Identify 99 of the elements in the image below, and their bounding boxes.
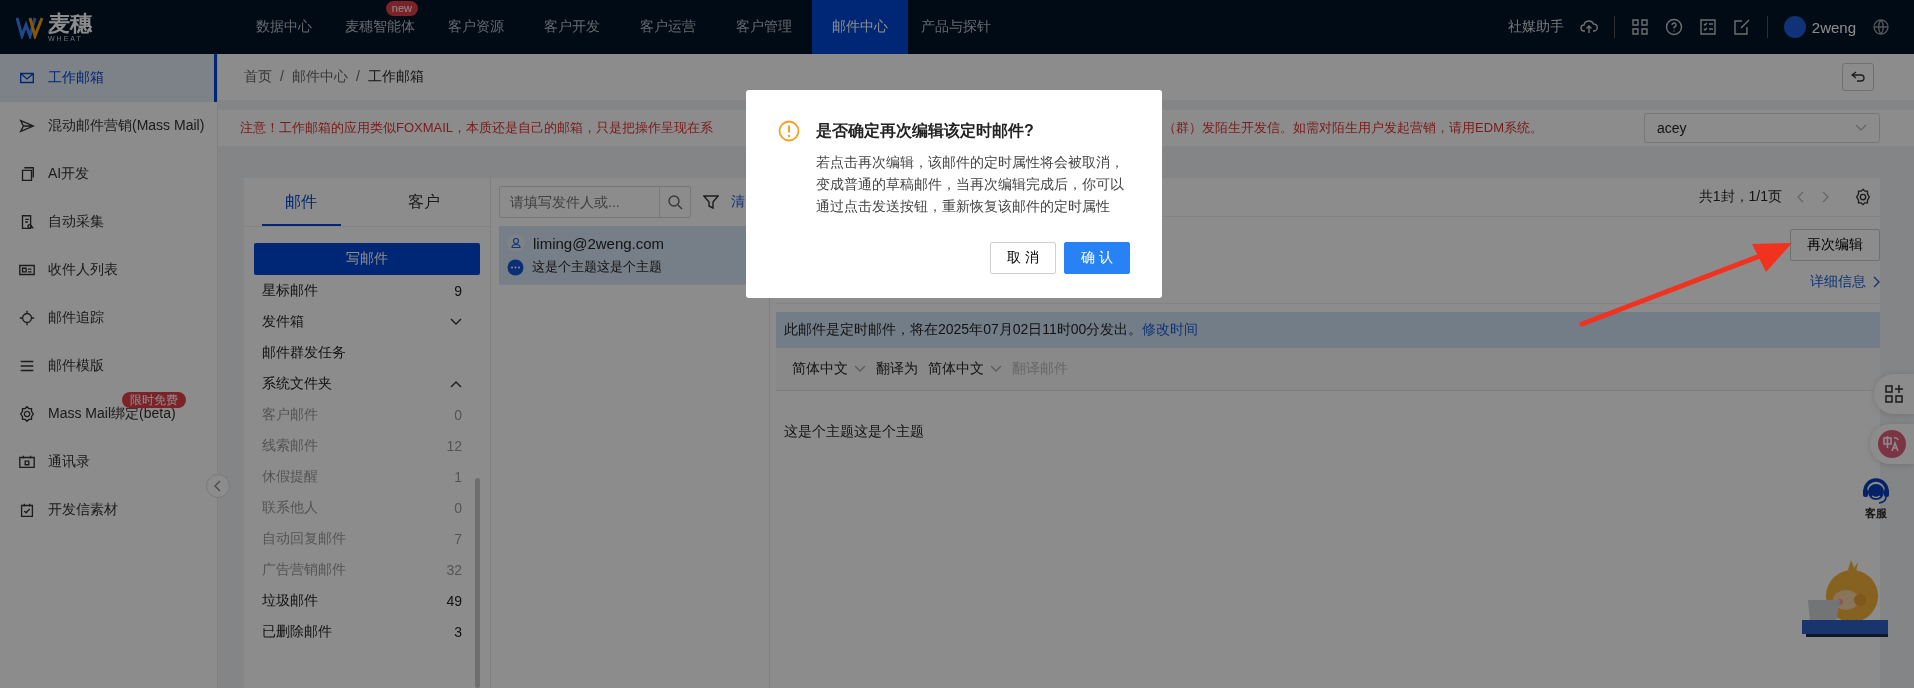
sidebar-item[interactable]: Mass Mail绑定(beta) 限时免费 [0, 390, 217, 438]
clear-link[interactable]: 清 [731, 193, 745, 211]
nav-tab[interactable]: 客户管理 [716, 0, 812, 54]
folder-item[interactable]: 垃圾邮件 49 [244, 585, 490, 616]
folder-count: 12 [446, 437, 462, 454]
dialog-title: 是否确定再次编辑该定时邮件? [816, 120, 1034, 141]
grid-icon[interactable] [1630, 18, 1649, 36]
sidebar-item[interactable]: 邮件模版 [0, 342, 217, 390]
target-language-select[interactable]: 简体中文 [928, 360, 1002, 378]
search-box[interactable]: 请填写发件人或... [499, 186, 691, 218]
logo-icon [16, 15, 44, 39]
search-field[interactable]: 请填写发件人或... [500, 187, 659, 217]
notice-text: 注意！工作邮箱的应用类似FOXMAIL，本质还是自己的邮箱，只是把操作呈现在系 [240, 119, 714, 137]
breadcrumb-separator: / [280, 68, 284, 86]
banner-text: 此邮件是定时邮件，将在2025年07月02日11时00分发出。 [784, 321, 1143, 339]
search-icon[interactable] [667, 194, 683, 210]
translate-tool-button[interactable] [1870, 424, 1914, 464]
warning-icon [778, 120, 800, 142]
confirm-button[interactable]: 确 认 [1064, 242, 1130, 274]
nav-tab[interactable]: 客户运营 [620, 0, 716, 54]
cancel-button[interactable]: 取 消 [990, 242, 1057, 274]
translate-icon [1877, 429, 1907, 459]
mail-sender: liming@2weng.com [533, 234, 665, 252]
folder-count: 9 [454, 282, 462, 299]
apps-button[interactable] [1874, 374, 1914, 414]
folder-tab[interactable]: 邮件 [262, 178, 341, 226]
new-badge: new [385, 1, 418, 16]
change-time-link[interactable]: 修改时间 [1142, 321, 1199, 339]
chevron-left-icon [214, 480, 222, 492]
menu-item-icon [18, 405, 36, 423]
translate-label: 翻译为 [876, 360, 918, 378]
filter-icon[interactable] [703, 194, 719, 210]
nav-tab[interactable]: 产品与探针 [908, 0, 1004, 54]
folder-count: 0 [454, 499, 462, 516]
scrollbar[interactable] [475, 478, 480, 688]
globe-icon[interactable] [1872, 18, 1890, 36]
back-button[interactable] [1842, 63, 1874, 91]
folder-item[interactable]: 已删除邮件 3 [244, 616, 490, 647]
nav-tab[interactable]: 客户资源 [428, 0, 524, 54]
folder-count: 0 [454, 406, 462, 423]
folder-item[interactable]: 星标邮件 9 [244, 275, 490, 306]
pagination-text: 共1封，1/1页 [1698, 188, 1782, 206]
logo-text: 麦穗 [48, 12, 92, 35]
checklist-icon[interactable] [1698, 18, 1717, 36]
menu-item-icon [18, 453, 36, 471]
mail-subject: 这是个主题这是个主题 [532, 258, 662, 276]
sidebar-item[interactable]: AI开发 [0, 150, 217, 198]
help-icon[interactable] [1664, 18, 1683, 36]
folder-count: 1 [454, 468, 462, 485]
nav-tab[interactable]: new 麦穗智能体 [332, 0, 428, 54]
mail-body-text: 这是个主题这是个主题 [783, 422, 925, 441]
account-select[interactable]: acey [1644, 113, 1880, 143]
sidebar-item[interactable]: 自动采集 [0, 198, 217, 246]
folder-item[interactable]: 发件箱 [244, 306, 490, 337]
edit-icon[interactable] [1732, 18, 1751, 36]
dropdown-icon [854, 365, 866, 373]
cloud-upload-icon[interactable] [1579, 19, 1598, 35]
folder-count: 32 [446, 561, 462, 578]
promo-badge: 限时免费 [122, 392, 186, 408]
chevron-right-icon [1872, 276, 1880, 288]
menu-item-icon [18, 501, 36, 519]
sidebar-item[interactable]: 工作邮箱 [0, 54, 217, 102]
breadcrumb-link[interactable]: 首页 [244, 68, 272, 86]
support-label: 客服 [1865, 506, 1887, 521]
notice-text: （群）发陌生开发信。如需对陌生用户发起营销，请用EDM系统。 [1163, 119, 1543, 137]
folder-count: 49 [446, 592, 462, 609]
settings-icon[interactable] [1854, 188, 1872, 206]
folder-item[interactable]: 邮件群发任务 [244, 337, 490, 368]
more-icon [507, 258, 524, 276]
breadcrumb-separator: / [355, 68, 360, 86]
folder-count: 7 [454, 530, 462, 547]
person-icon [507, 234, 525, 252]
apps-icon [1884, 384, 1904, 404]
folder-count: 3 [454, 623, 462, 640]
sidebar-item[interactable]: 收件人列表 [0, 246, 217, 294]
source-language-select[interactable]: 简体中文 [792, 360, 866, 378]
compose-button[interactable]: 写邮件 [254, 243, 480, 275]
dropdown-icon [1855, 124, 1867, 132]
chevron-icon [450, 317, 462, 326]
nav-tab[interactable]: 邮件中心 [812, 0, 908, 54]
folder-item[interactable]: 系统文件夹 [244, 368, 490, 399]
folder-tab[interactable]: 客户 [358, 178, 490, 226]
dropdown-icon [990, 365, 1002, 373]
assistant-link[interactable]: 社媒助手 [1507, 18, 1564, 36]
menu-item-icon [18, 117, 36, 135]
sidebar-item[interactable]: 邮件追踪 [0, 294, 217, 342]
menu-item-icon [18, 309, 36, 327]
sidebar-item[interactable]: 混动邮件营销(Mass Mail) [0, 102, 217, 150]
return-icon [1851, 71, 1865, 83]
chevron-icon [450, 379, 462, 388]
dialog-message: 若点击再次编辑，该邮件的定时属性将会被取消， 变成普通的草稿邮件，当再次编辑完成后，你可以 通过点击发送按钮，重新恢复该邮件的定时属性 [816, 154, 1125, 216]
re-edit-button[interactable]: 再次编辑 [1790, 229, 1880, 261]
user-name[interactable]: 2weng [1811, 18, 1856, 36]
sidebar-item[interactable]: 通讯录 [0, 438, 217, 486]
sidebar-item[interactable]: 开发信素材 [0, 486, 217, 534]
nav-tab[interactable]: 客户开发 [524, 0, 620, 54]
nav-tab[interactable]: 数据中心 [236, 0, 332, 54]
details-link[interactable]: 详细信息 [1810, 273, 1880, 291]
breadcrumb-link[interactable]: 邮件中心 [291, 68, 348, 86]
